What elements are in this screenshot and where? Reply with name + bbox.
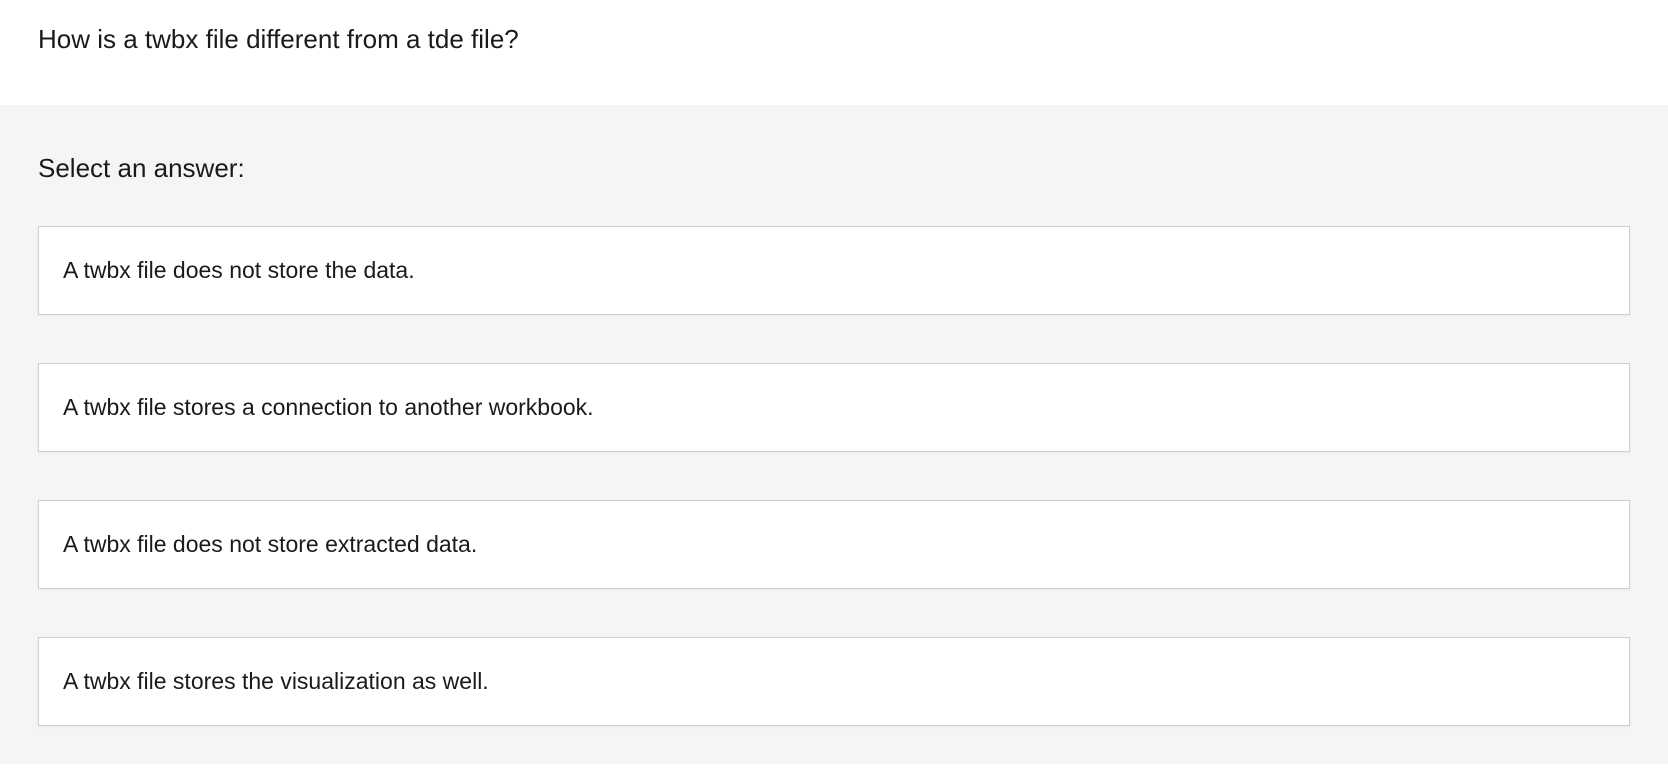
answer-option-1[interactable]: A twbx file stores a connection to anoth… bbox=[38, 363, 1630, 452]
answers-prompt: Select an answer: bbox=[38, 153, 1630, 184]
answer-option-2[interactable]: A twbx file does not store extracted dat… bbox=[38, 500, 1630, 589]
answer-option-label: A twbx file stores the visualization as … bbox=[63, 668, 489, 694]
answer-option-0[interactable]: A twbx file does not store the data. bbox=[38, 226, 1630, 315]
answer-option-label: A twbx file stores a connection to anoth… bbox=[63, 394, 594, 420]
answer-option-3[interactable]: A twbx file stores the visualization as … bbox=[38, 637, 1630, 726]
answer-option-label: A twbx file does not store extracted dat… bbox=[63, 531, 477, 557]
answer-option-label: A twbx file does not store the data. bbox=[63, 257, 415, 283]
question-section: How is a twbx file different from a tde … bbox=[0, 0, 1668, 105]
answers-section: Select an answer: A twbx file does not s… bbox=[0, 105, 1668, 764]
question-text: How is a twbx file different from a tde … bbox=[38, 24, 1630, 55]
